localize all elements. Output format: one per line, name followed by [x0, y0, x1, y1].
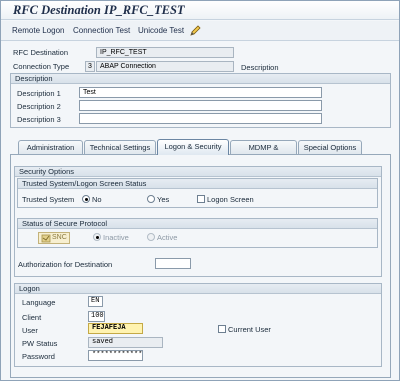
rfc-destination-label: RFC Destination [13, 48, 69, 57]
snc-active-radio [147, 233, 155, 241]
rfc-destination-field: IP_RFC_TEST [96, 47, 234, 58]
snc-icon [41, 234, 51, 243]
current-user-checkbox[interactable] [218, 325, 226, 333]
authorization-input[interactable] [155, 258, 191, 269]
window-title: RFC Destination IP_RFC_TEST [13, 3, 185, 17]
user-label: User [22, 326, 38, 335]
client-label: Client [22, 313, 42, 322]
security-options-header: Security Options [15, 167, 381, 177]
snc-button[interactable]: SNC [38, 232, 70, 244]
logon-screen-checkbox[interactable] [197, 195, 205, 203]
description-2-input[interactable] [79, 100, 322, 111]
description-2-label: Description 2 [17, 102, 61, 111]
tab-special-options[interactable]: Special Options [298, 140, 362, 154]
user-input[interactable]: FEJAFEJA [88, 323, 143, 334]
title-bar: RFC Destination IP_RFC_TEST [1, 1, 399, 20]
trusted-no-label: No [92, 195, 102, 204]
trusted-yes-label: Yes [157, 195, 170, 204]
password-label: Password [22, 352, 55, 361]
pw-status-field: saved [88, 337, 163, 348]
description-header-label: Description [241, 63, 279, 72]
connection-type-code-field: 3 [85, 61, 95, 72]
trusted-no-radio[interactable] [82, 195, 90, 203]
authorization-label: Authorization for Destination [18, 260, 113, 269]
snc-button-label: SNC [52, 234, 67, 241]
tab-logon-security[interactable]: Logon & Security [157, 139, 229, 155]
logon-screen-label: Logon Screen [207, 195, 254, 204]
connection-test-button[interactable]: Connection Test [73, 26, 130, 35]
remote-logon-button[interactable]: Remote Logon [12, 26, 64, 35]
description-group-header: Description [11, 74, 390, 84]
tab-mdmp-unicode[interactable]: MDMP & Unicode [230, 140, 297, 165]
description-1-input[interactable]: Test [79, 87, 322, 98]
pw-status-label: PW Status [22, 339, 58, 348]
snc-inactive-radio [93, 233, 101, 241]
language-label: Language [22, 298, 56, 307]
unicode-test-button[interactable]: Unicode Test [138, 26, 184, 35]
trusted-system-label: Trusted System [22, 195, 75, 204]
pencil-icon[interactable] [190, 25, 201, 36]
description-1-label: Description 1 [17, 89, 61, 98]
tab-technical-settings[interactable]: Technical Settings [84, 140, 156, 154]
language-input[interactable]: EN [88, 296, 103, 307]
trusted-system-group-header: Trusted System/Logon Screen Status [18, 179, 377, 189]
description-3-input[interactable] [79, 113, 322, 124]
application-toolbar: Remote Logon Connection Test Unicode Tes… [1, 21, 399, 41]
logon-group: Logon [14, 283, 382, 367]
tab-administration[interactable]: Administration [18, 140, 83, 154]
secure-protocol-group-header: Status of Secure Protocol [18, 219, 377, 229]
trusted-yes-radio[interactable] [147, 195, 155, 203]
current-user-label: Current User [228, 325, 271, 334]
client-input[interactable]: 100 [88, 311, 105, 322]
connection-type-label: Connection Type [13, 62, 70, 71]
password-input[interactable]: ************ [88, 350, 143, 361]
logon-group-header: Logon [15, 284, 381, 294]
snc-inactive-label: Inactive [103, 233, 129, 242]
connection-type-field: ABAP Connection [96, 61, 234, 72]
snc-active-label: Active [157, 233, 178, 242]
description-3-label: Description 3 [17, 115, 61, 124]
secure-protocol-group: Status of Secure Protocol [17, 218, 378, 248]
